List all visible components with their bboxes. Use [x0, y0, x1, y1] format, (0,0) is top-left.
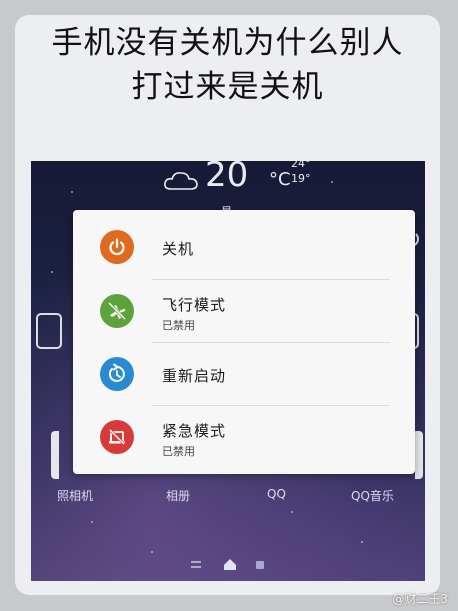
- cloud-icon: [164, 172, 198, 190]
- power-off-label: 关机: [162, 240, 195, 258]
- post-title-line-1: 手机没有关机为什么别人: [51, 25, 404, 61]
- airplane-mode-status: 已禁用: [162, 319, 195, 332]
- restart-label: 重新启动: [162, 367, 227, 385]
- post-title-line-2: 打过来是关机: [131, 69, 324, 105]
- power-menu-dialog: 关机 飞行模式 已禁用 重新启动 紧急模式 已禁用: [73, 210, 415, 474]
- airplane-mode-option[interactable]: 飞行模式 已禁用: [73, 280, 415, 342]
- background-widget-edge: [415, 431, 423, 479]
- restart-icon: [100, 357, 134, 391]
- watermark: @财二王3: [392, 592, 448, 606]
- dock-app-gallery[interactable]: 相册: [166, 487, 190, 504]
- airplane-icon: [100, 294, 134, 328]
- temperature-unit: °C: [269, 169, 291, 190]
- temperature: 20: [205, 161, 249, 195]
- emergency-icon: [100, 420, 134, 454]
- emergency-mode-option[interactable]: 紧急模式 已禁用: [73, 406, 415, 468]
- post-card: 手机没有关机为什么别人 打过来是关机 20 °C 24° 19° 星 照相机: [15, 15, 440, 595]
- post-title: 手机没有关机为什么别人 打过来是关机: [15, 21, 440, 109]
- navigation-bar: [31, 559, 425, 571]
- emergency-mode-status: 已禁用: [162, 445, 195, 458]
- dock-app-qq-music[interactable]: QQ音乐: [351, 487, 394, 504]
- background-app-icon: [36, 313, 62, 349]
- phone-screenshot: 20 °C 24° 19° 星 照相机 相册 QQ QQ音乐: [31, 161, 425, 581]
- temperature-high: 24°: [291, 161, 311, 170]
- home-icon-base: [224, 565, 236, 570]
- temperature-low: 19°: [291, 172, 311, 185]
- recent-apps-icon[interactable]: [191, 561, 201, 568]
- background-widget-edge: [51, 431, 59, 479]
- app-dock: 照相机 相册 QQ QQ音乐: [31, 487, 425, 507]
- restart-option[interactable]: 重新启动: [73, 343, 415, 405]
- back-icon[interactable]: [256, 561, 264, 569]
- airplane-mode-label: 飞行模式: [162, 296, 227, 314]
- power-off-option[interactable]: 关机: [73, 216, 415, 278]
- dock-app-qq[interactable]: QQ: [267, 487, 286, 501]
- dock-app-camera[interactable]: 照相机: [57, 487, 93, 504]
- power-icon: [100, 230, 134, 264]
- emergency-mode-label: 紧急模式: [162, 422, 227, 440]
